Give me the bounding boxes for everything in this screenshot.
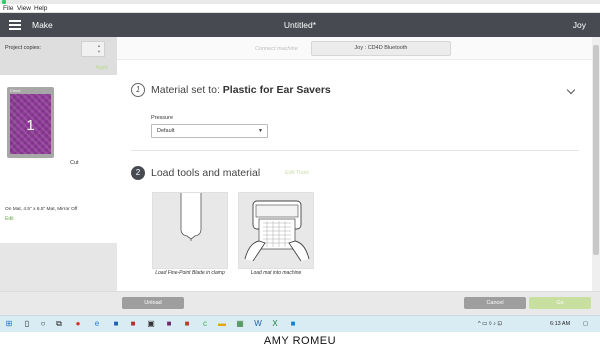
scrollbar-thumb[interactable]	[593, 45, 599, 255]
word-pinned-icon[interactable]: ■	[111, 319, 121, 329]
document-title: Untitled*	[283, 20, 317, 30]
unload-button[interactable]: Unload	[122, 297, 184, 309]
mat-material-pattern: 1	[10, 94, 51, 154]
user-name[interactable]: Joy	[573, 13, 586, 37]
excel-icon[interactable]: X	[270, 319, 280, 329]
apply-button[interactable]: Apply	[95, 65, 108, 71]
tray-icons[interactable]: ^ ▭ ◊ ♪ ⊡	[478, 316, 502, 332]
blade-tile	[152, 192, 228, 269]
taskbar-icon-1[interactable]: ▯	[22, 319, 32, 329]
step-1-number: 1	[131, 83, 145, 97]
project-copies-label: Project copies:	[5, 45, 42, 51]
left-panel: Project copies: ▲ ▼ Apply Cricut 1 Cut O…	[0, 37, 117, 291]
word-icon[interactable]: W	[253, 319, 263, 329]
dropdown-arrow-icon: ▼	[258, 128, 263, 134]
fine-point-blade-icon	[180, 193, 202, 241]
connect-bar: Connect machine Joy : CD4D Bluetooth	[117, 37, 592, 60]
blade-caption: Load Fine-Point Blade in clamp	[155, 270, 225, 276]
main-panel: Connect machine Joy : CD4D Bluetooth 1 M…	[117, 37, 592, 291]
mat-info: On Mat, 4.5" x 6.5" Mat, Mirror Off	[5, 207, 78, 212]
notifications-icon[interactable]: ▢	[583, 316, 588, 332]
bottom-action-bar: Unload Cancel Go	[0, 291, 600, 315]
cancel-button[interactable]: Cancel	[464, 297, 526, 309]
app-window: File View Help Make Untitled* Joy Projec…	[0, 0, 600, 350]
edit-tools-link[interactable]: Edit Tools	[285, 170, 309, 176]
app-icon-purple[interactable]: ■	[164, 319, 174, 329]
app-header: Make Untitled* Joy	[0, 13, 600, 37]
photos-icon[interactable]: ▦	[235, 319, 245, 329]
pressure-label: Pressure	[151, 115, 174, 121]
windows-taskbar: ⊞ ▯ ○ ⧉ ● e ■ ■ ▣ ■ ■ c ▬ ▦ W X ■ ^ ▭ ◊ …	[0, 315, 600, 332]
load-mat-tile	[238, 192, 314, 269]
material-set-label: Material set to:	[151, 84, 220, 96]
load-mat-caption: Load mat into machine	[250, 270, 302, 276]
step-2-number: 2	[131, 166, 145, 180]
windows-start-icon[interactable]: ⊞	[4, 319, 14, 329]
mat-preview[interactable]: Cricut 1	[7, 87, 54, 158]
chevron-down-icon[interactable]	[566, 85, 576, 95]
app-icon-red[interactable]: ■	[128, 319, 138, 329]
search-icon[interactable]: ○	[38, 319, 48, 329]
project-copies-stepper[interactable]: ▲ ▼	[81, 41, 105, 57]
taskbar-clock[interactable]: 6:13 AM	[550, 316, 570, 332]
task-view-icon[interactable]: ⧉	[54, 319, 64, 329]
cricut-design-space-icon[interactable]: c	[200, 319, 210, 329]
connect-machine-label: Connect machine	[255, 46, 298, 52]
stepper-down-icon[interactable]: ▼	[97, 50, 101, 54]
mat-brand-label: Cricut	[10, 88, 21, 93]
file-explorer-icon[interactable]: ▬	[217, 319, 227, 329]
mat-card[interactable]: Cricut 1 Cut On Mat, 4.5" x 6.5" Mat, Mi…	[0, 75, 117, 243]
machine-load-mat-icon	[244, 200, 310, 262]
edge-icon[interactable]: e	[92, 319, 102, 329]
mat-number: 1	[26, 117, 35, 134]
app-icon-maroon[interactable]: ■	[182, 319, 192, 329]
divider	[131, 150, 579, 151]
machine-selector[interactable]: Joy : CD4D Bluetooth	[311, 41, 451, 56]
app-icon-dark[interactable]: ▣	[146, 319, 156, 329]
step-2-title: Load tools and material	[151, 167, 261, 179]
stepper-up-icon[interactable]: ▲	[97, 44, 101, 48]
cut-label: Cut	[70, 160, 79, 166]
menu-view[interactable]: View	[17, 4, 31, 13]
pressure-value: Default	[157, 128, 175, 134]
edit-mat-link[interactable]: Edit	[5, 216, 14, 222]
menu-file[interactable]: File	[3, 4, 13, 13]
chrome-icon[interactable]: ●	[73, 319, 83, 329]
menubar: File View Help	[0, 4, 600, 13]
material-name: Plastic for Ear Savers	[222, 84, 331, 96]
menu-help[interactable]: Help	[34, 4, 47, 13]
project-copies-section: Project copies: ▲ ▼ Apply	[0, 37, 117, 75]
watermark-credit: AMY ROMEU	[0, 332, 600, 350]
app-icon-blue[interactable]: ■	[288, 319, 298, 329]
step-1-title: Material set to: Plastic for Ear Savers	[151, 84, 331, 96]
go-button[interactable]: Go	[529, 297, 591, 309]
pressure-select[interactable]: Default ▼	[151, 124, 268, 138]
